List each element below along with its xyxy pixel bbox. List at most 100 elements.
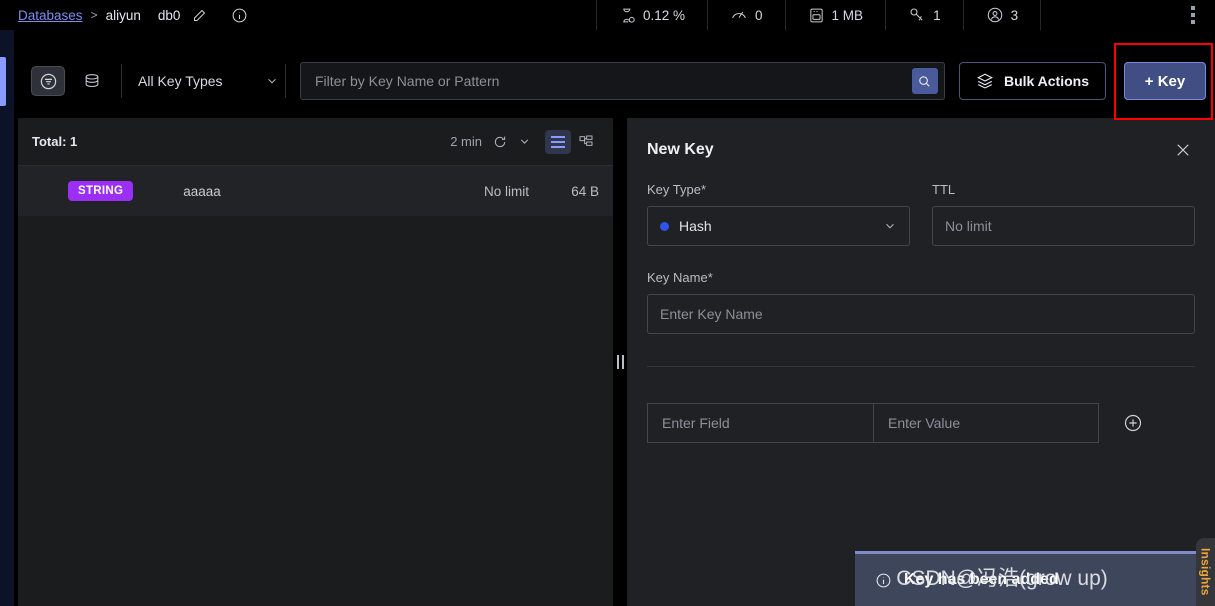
memory-card-icon xyxy=(808,7,825,24)
key-name-block: Key Name* Enter Key Name xyxy=(645,270,1197,334)
info-circle-icon xyxy=(875,572,892,589)
value-placeholder: Enter Value xyxy=(888,415,961,431)
list-view-bars xyxy=(551,134,565,149)
chevron-down-icon[interactable] xyxy=(518,135,531,148)
search-icon[interactable] xyxy=(911,68,938,94)
stat-commands[interactable]: 0 xyxy=(708,0,786,30)
key-icon xyxy=(908,6,926,24)
app-root: Databases > aliyun db0 0.12 % 0 1 MB 1 3… xyxy=(0,0,1215,606)
breadcrumb-databases-link[interactable]: Databases xyxy=(18,8,83,23)
key-size-cell: 64 B xyxy=(571,183,599,199)
key-type-column: Key Type* Hash xyxy=(647,182,910,246)
stat-cpu[interactable]: 0.12 % xyxy=(596,0,709,30)
list-bar xyxy=(551,135,565,138)
speedometer-icon xyxy=(730,6,748,24)
breadcrumb: Databases > aliyun db0 xyxy=(18,7,248,24)
key-type-value: Hash xyxy=(679,218,712,234)
keys-toolbar: All Key Types Bulk Actions + Key xyxy=(14,53,1215,109)
insights-label: Insights xyxy=(1198,548,1213,596)
list-bar xyxy=(551,145,565,148)
bulk-actions-button[interactable]: Bulk Actions xyxy=(958,62,1106,100)
kebab-dot xyxy=(1191,6,1195,10)
last-refresh-label: 2 min xyxy=(450,134,482,149)
field-input[interactable]: Enter Field xyxy=(647,403,873,443)
stat-clients-value: 3 xyxy=(1010,7,1019,23)
list-view-icon[interactable] xyxy=(545,129,571,154)
bulk-actions-label: Bulk Actions xyxy=(1003,73,1089,89)
keys-list-panel: Total: 1 2 min STRING aaaaa No limit 64 … xyxy=(18,118,613,606)
stat-memory-value: 1 MB xyxy=(831,7,864,23)
refresh-icon[interactable] xyxy=(492,134,508,150)
grip-bar xyxy=(621,355,624,369)
layers-icon xyxy=(976,72,994,90)
filter-circle-icon[interactable] xyxy=(31,66,65,96)
insights-tab[interactable]: Insights xyxy=(1196,538,1215,606)
rail-top-gap xyxy=(0,0,14,30)
keys-total-label: Total: 1 xyxy=(32,134,78,149)
new-key-header: New Key xyxy=(645,118,1197,182)
view-toggle-group xyxy=(545,129,599,154)
chevron-down-icon xyxy=(883,219,897,233)
breadcrumb-database[interactable]: db0 xyxy=(158,8,181,23)
status-badge: STRING xyxy=(68,181,134,201)
kebab-dot xyxy=(1191,20,1195,24)
view-mode-group xyxy=(31,64,122,98)
stat-clients[interactable]: 3 xyxy=(964,0,1042,30)
stat-cpu-value: 0.12 % xyxy=(643,7,686,23)
key-type-select[interactable]: Hash xyxy=(647,206,910,246)
key-name-label: Key Name* xyxy=(647,270,713,285)
drag-handle-icon[interactable] xyxy=(616,355,624,369)
database-stack-icon[interactable] xyxy=(75,66,109,96)
breadcrumb-separator: > xyxy=(90,8,98,22)
panel-splitter[interactable] xyxy=(613,118,627,606)
keys-header-controls: 2 min xyxy=(450,129,599,154)
pencil-icon[interactable] xyxy=(192,8,207,23)
stat-memory[interactable]: 1 MB xyxy=(786,0,887,30)
user-circle-icon xyxy=(986,6,1004,24)
key-types-select[interactable]: All Key Types xyxy=(136,64,286,98)
key-type-color-dot xyxy=(660,221,669,231)
top-bar: Databases > aliyun db0 0.12 % 0 1 MB 1 3 xyxy=(0,0,1215,30)
key-type-label: Key Type* xyxy=(647,182,707,197)
close-icon[interactable] xyxy=(1171,138,1195,162)
ttl-input[interactable]: No limit xyxy=(932,206,1195,246)
key-filter-field[interactable] xyxy=(300,62,945,100)
left-nav-rail xyxy=(0,0,14,606)
field-placeholder: Enter Field xyxy=(662,415,730,431)
table-row[interactable]: STRING aaaaa No limit 64 B xyxy=(18,166,613,216)
key-name-cell[interactable]: aaaaa xyxy=(183,184,221,199)
ttl-column: TTL No limit xyxy=(932,182,1195,246)
keys-list-header: Total: 1 2 min xyxy=(18,118,613,166)
key-name-input[interactable]: Enter Key Name xyxy=(647,294,1195,334)
watermark-text: CSDN@冯浩(grow up) xyxy=(896,567,1108,590)
ttl-placeholder: No limit xyxy=(945,218,992,234)
cpu-hourglass-icon xyxy=(619,7,636,24)
stat-keys-value: 1 xyxy=(933,7,941,23)
add-key-button[interactable]: + Key xyxy=(1124,62,1206,100)
stat-commands-value: 0 xyxy=(755,7,763,23)
key-name-placeholder: Enter Key Name xyxy=(660,306,763,322)
list-bar xyxy=(551,140,565,143)
field-value-row: Enter Field Enter Value xyxy=(645,403,1197,443)
value-input[interactable]: Enter Value xyxy=(873,403,1099,443)
stat-keys[interactable]: 1 xyxy=(886,0,964,30)
kebab-menu-icon[interactable] xyxy=(1179,0,1207,30)
chevron-down-icon xyxy=(265,74,279,88)
new-key-panel: New Key Key Type* Hash TTL No limit Key … xyxy=(627,118,1215,606)
rail-active-indicator xyxy=(0,57,6,106)
add-key-label: + Key xyxy=(1144,72,1186,90)
plus-circle-icon[interactable] xyxy=(1123,413,1143,433)
grip-bar xyxy=(616,355,619,369)
section-divider xyxy=(647,366,1195,367)
search-input[interactable] xyxy=(301,63,912,99)
breadcrumb-environment[interactable]: aliyun xyxy=(106,8,141,23)
ttl-label: TTL xyxy=(932,182,956,197)
tree-view-icon[interactable] xyxy=(573,130,599,154)
key-type-ttl-row: Key Type* Hash TTL No limit xyxy=(645,182,1197,246)
page-title: New Key xyxy=(647,141,714,158)
info-circle-icon[interactable] xyxy=(231,7,248,24)
key-ttl-cell: No limit xyxy=(483,183,529,199)
key-types-label: All Key Types xyxy=(138,73,223,89)
stats-bar: 0.12 % 0 1 MB 1 3 xyxy=(596,0,1042,30)
kebab-dot xyxy=(1191,13,1195,17)
